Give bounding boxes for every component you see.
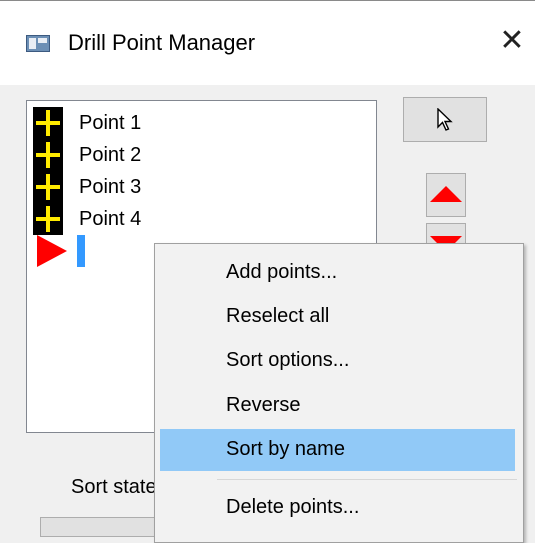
cursor-icon [437,108,453,131]
menu-item-sort-options[interactable]: Sort options... [160,340,515,382]
menu-item-reverse[interactable]: Reverse [160,385,515,427]
insert-caret [77,235,85,267]
drill-point-icon [33,107,63,139]
menu-item-label: Reverse [226,394,301,416]
drill-point-icon [33,171,63,203]
menu-item-label: Delete points... [226,496,360,518]
list-item-label: Point 2 [79,144,142,166]
list-item-point-3[interactable]: Point 3 [33,171,253,203]
menu-item-reselect-all[interactable]: Reselect all [160,296,515,338]
menu-item-add-points[interactable]: Add points... [160,252,515,294]
title-bar: Drill Point Manager ✕ [0,1,535,85]
list-item-point-4[interactable]: Point 4 [33,203,253,235]
menu-separator [217,479,517,480]
window-title: Drill Point Manager [68,30,256,55]
list-item-label: Point 3 [79,176,142,198]
menu-item-label: Sort by name [226,438,345,460]
list-item-label: Point 1 [79,112,142,134]
drill-point-manager-dialog: Drill Point Manager ✕ Point 1 Point 2 Po… [0,0,535,543]
list-item-point-1[interactable]: Point 1 [33,107,253,139]
close-icon[interactable]: ✕ [494,23,530,59]
up-arrow-icon [430,186,462,202]
context-menu: Add points... Reselect all Sort options.… [154,243,524,543]
drill-point-icon [33,203,63,235]
insert-arrow-icon [37,235,67,267]
drill-point-icon [33,139,63,171]
app-window-icon [26,35,50,52]
pick-points-button[interactable] [403,97,487,142]
menu-item-sort-by-name[interactable]: Sort by name [160,429,515,471]
insert-position-row[interactable] [33,235,113,267]
menu-item-label: Sort options... [226,349,350,371]
move-up-button[interactable] [426,173,466,217]
sort-state-label: Sort state [71,476,157,498]
menu-item-label: Add points... [226,261,338,283]
menu-item-label: Reselect all [226,305,330,327]
list-item-label: Point 4 [79,208,142,230]
list-item-point-2[interactable]: Point 2 [33,139,253,171]
menu-item-delete-points[interactable]: Delete points... [160,487,515,529]
